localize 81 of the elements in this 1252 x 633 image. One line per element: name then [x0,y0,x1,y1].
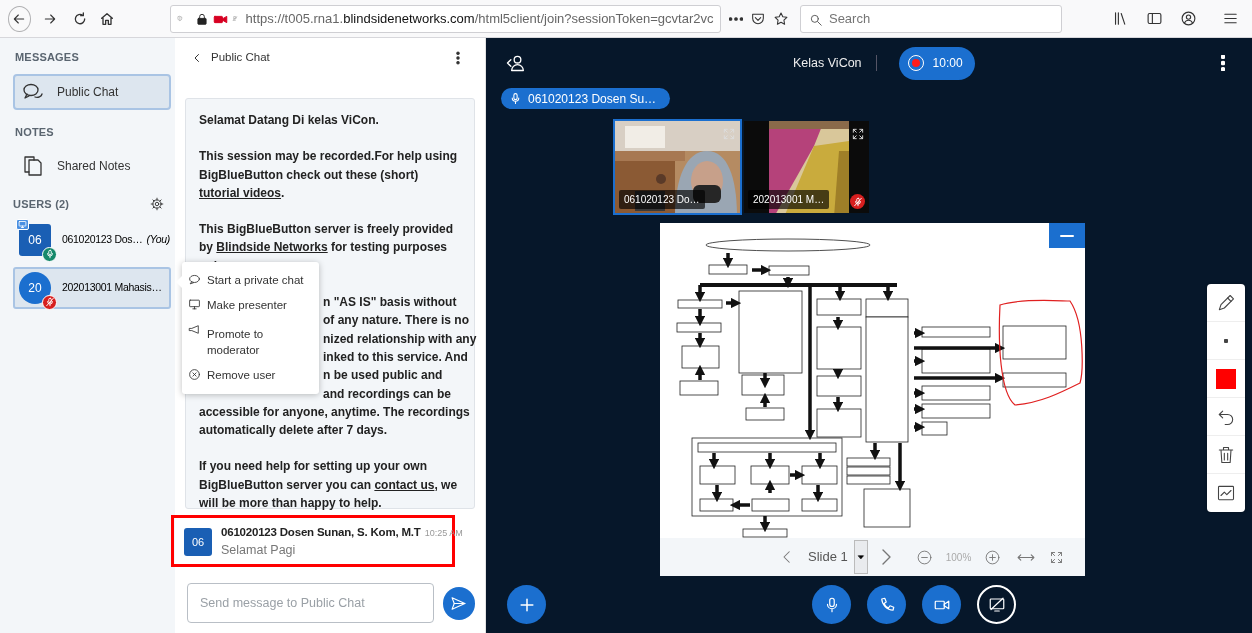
url-field[interactable]: https://t005.rna1.blindsidenetworks.com/html5client/join?sessionToken=gcvtar2vc [170,4,721,33]
welcome-text-line: inked to this service. And [323,348,468,366]
send-button[interactable] [442,586,475,620]
welcome-text-line: n "AS IS" basis without [323,294,457,312]
audio-button[interactable] [867,585,906,624]
kebab-icon [1221,55,1225,71]
fullscreen-icon [851,126,865,141]
chat-back-link[interactable]: Public Chat [185,45,270,71]
welcome-text-line: nized relationship with any [323,330,477,348]
user-item[interactable]: 20 202013001 Mahasis… [13,266,171,309]
lock-icon [194,12,209,27]
trash-icon [1216,444,1236,465]
sidebar-item[interactable]: Public Chat [13,73,171,110]
sidebar-icon [1146,10,1164,27]
sender-name: 061020123 Dosen Sunan, S. Kom, M.T [221,525,421,540]
caret-icon [855,552,866,562]
welcome-text-line: and recordings can be [323,385,452,403]
talking-indicator: 061020123 Dosen Su… [501,88,671,109]
monitor-icon [188,298,201,311]
user-avatar: 06 [184,528,212,556]
add-button[interactable] [507,585,546,624]
section-heading: USERS (2) [13,197,70,212]
microphone-button[interactable] [812,585,851,624]
slide-dropdown[interactable] [853,540,868,574]
menu-item[interactable]: Remove user [182,363,319,388]
zoom-out-icon [916,548,934,566]
you-label: (You) [146,231,171,247]
chart-icon [1216,483,1236,503]
search-field[interactable]: Search [799,4,1062,33]
welcome-paragraph: This session may be recorded.For help using BigBlueButton check out these (short) tutorial videos. [199,148,459,202]
notes-icon [21,154,45,178]
message-input[interactable]: Send message to Public Chat [187,583,434,623]
fit-width-icon [1017,553,1036,561]
search-icon [808,13,823,28]
star-icon [772,10,789,27]
welcome-text-line: n be used public and [323,367,443,385]
remove-icon [188,368,201,381]
menu-item[interactable]: Promote to moderator [182,318,319,363]
home-icon [98,10,115,27]
microphone-icon [509,92,522,105]
megaphone-icon [188,323,201,336]
zoom-level: 100% [945,550,972,565]
chat-icon [188,273,201,286]
user-name: 061020123 Dos… [62,231,143,247]
url-text: https://t005.rna1.blindsidenetworks.com/html5client/join?sessionToken=gcvtar2vc [245,9,714,28]
recording-button[interactable]: 10:00 [898,46,975,80]
camera-button[interactable] [922,585,961,624]
slide-label: Slide 1 [808,548,848,567]
chevron-right-icon [882,549,892,565]
link[interactable]: tutorial videos [199,185,281,200]
message-text: Selamat Pagi [221,542,297,560]
settings-icon [150,197,164,212]
video-name: 202013001 M… [748,190,830,209]
fullscreen-icon [722,126,736,141]
user-icon [505,53,525,73]
welcome-paragraph: Selamat Datang Di kelas ViCon. [199,112,380,129]
welcome-paragraph: If you need help for setting up your own BigBlueButton server you can contact us, we will be more than happy to help. [199,458,459,513]
section-heading: NOTES [15,124,55,140]
section-heading: MESSAGES [15,50,80,65]
welcome-text-line: of any nature. There is no [323,312,470,330]
screen-share-button[interactable] [977,585,1016,624]
more-icon [728,16,743,21]
settings-button[interactable] [149,196,165,213]
zoom-in-icon [983,548,1001,566]
screen-share-icon [987,595,1006,614]
send-icon [450,594,468,612]
minimize-button[interactable] [1049,223,1085,248]
user-name: 202013001 Mahasis… [62,279,162,295]
link[interactable]: Blindside Networks [216,240,328,255]
pencil-icon [1216,292,1236,313]
video-name: 061020123 Do… [619,190,705,209]
welcome-text-line: accessible for anyone, anytime. The recordings [199,403,470,421]
minus-icon [1060,234,1074,237]
menu-item[interactable]: Start a private chat [182,268,319,293]
sidebar-item[interactable]: Shared Notes [13,148,171,184]
account-icon [1180,10,1198,27]
fullscreen-icon [1048,549,1064,565]
menu-item[interactable]: Make presenter [182,293,319,318]
user-item[interactable]: 06 061020123 Dos… (You) [13,218,171,261]
meeting-title: Kelas ViCon [793,54,862,72]
welcome-text-line: automatically delete after 7 days. [199,422,388,440]
